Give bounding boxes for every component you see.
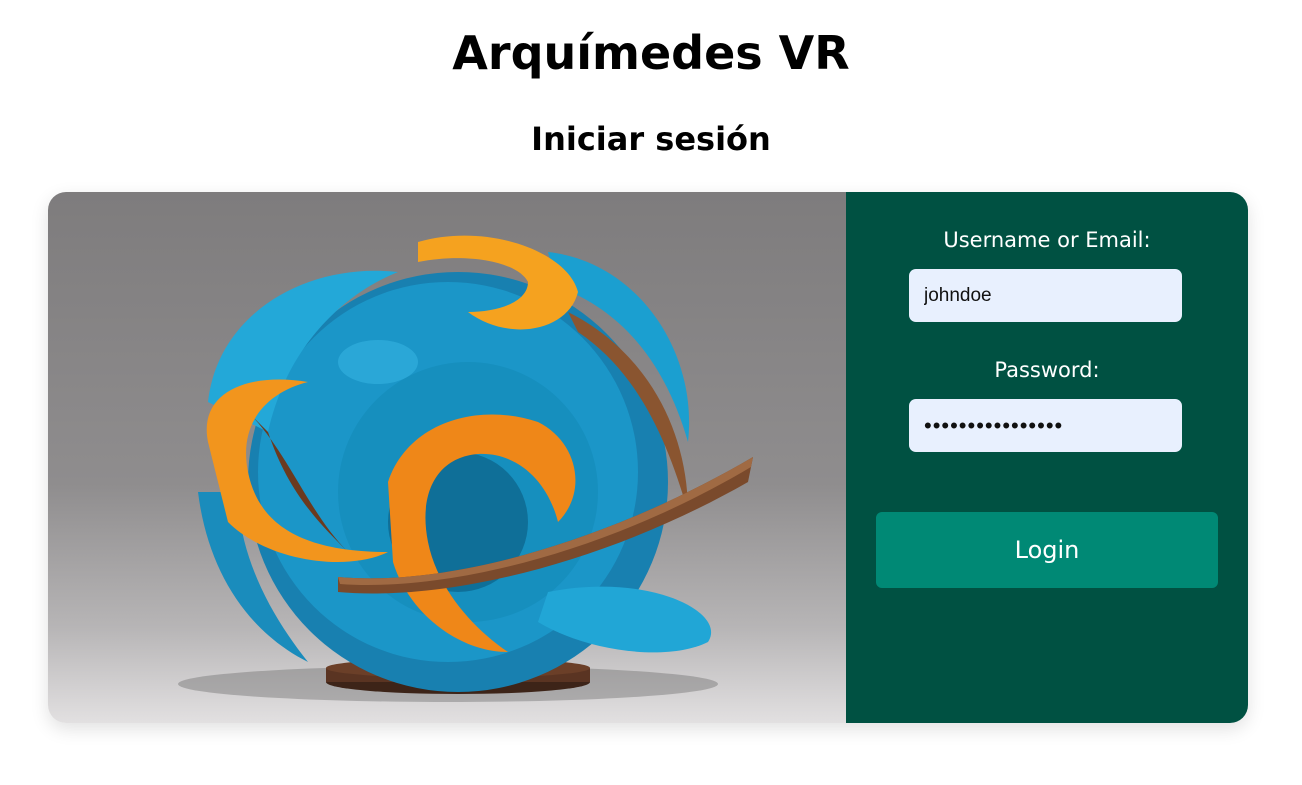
password-input[interactable] xyxy=(909,399,1182,452)
login-page: Arquímedes VR Iniciar sesión Username or… xyxy=(0,0,1302,785)
app-title: Arquímedes VR xyxy=(452,26,850,80)
login-card: Username or Email: Password: Login xyxy=(48,192,1248,723)
username-input[interactable] xyxy=(909,269,1182,322)
username-label: Username or Email: xyxy=(943,228,1151,252)
abstract-sculpture-illustration xyxy=(178,235,753,702)
login-button[interactable]: Login xyxy=(876,512,1218,588)
password-label: Password: xyxy=(994,358,1100,382)
hero-image xyxy=(48,192,846,723)
login-form-panel: Username or Email: Password: Login xyxy=(846,192,1248,723)
page-title: Iniciar sesión xyxy=(531,120,771,158)
